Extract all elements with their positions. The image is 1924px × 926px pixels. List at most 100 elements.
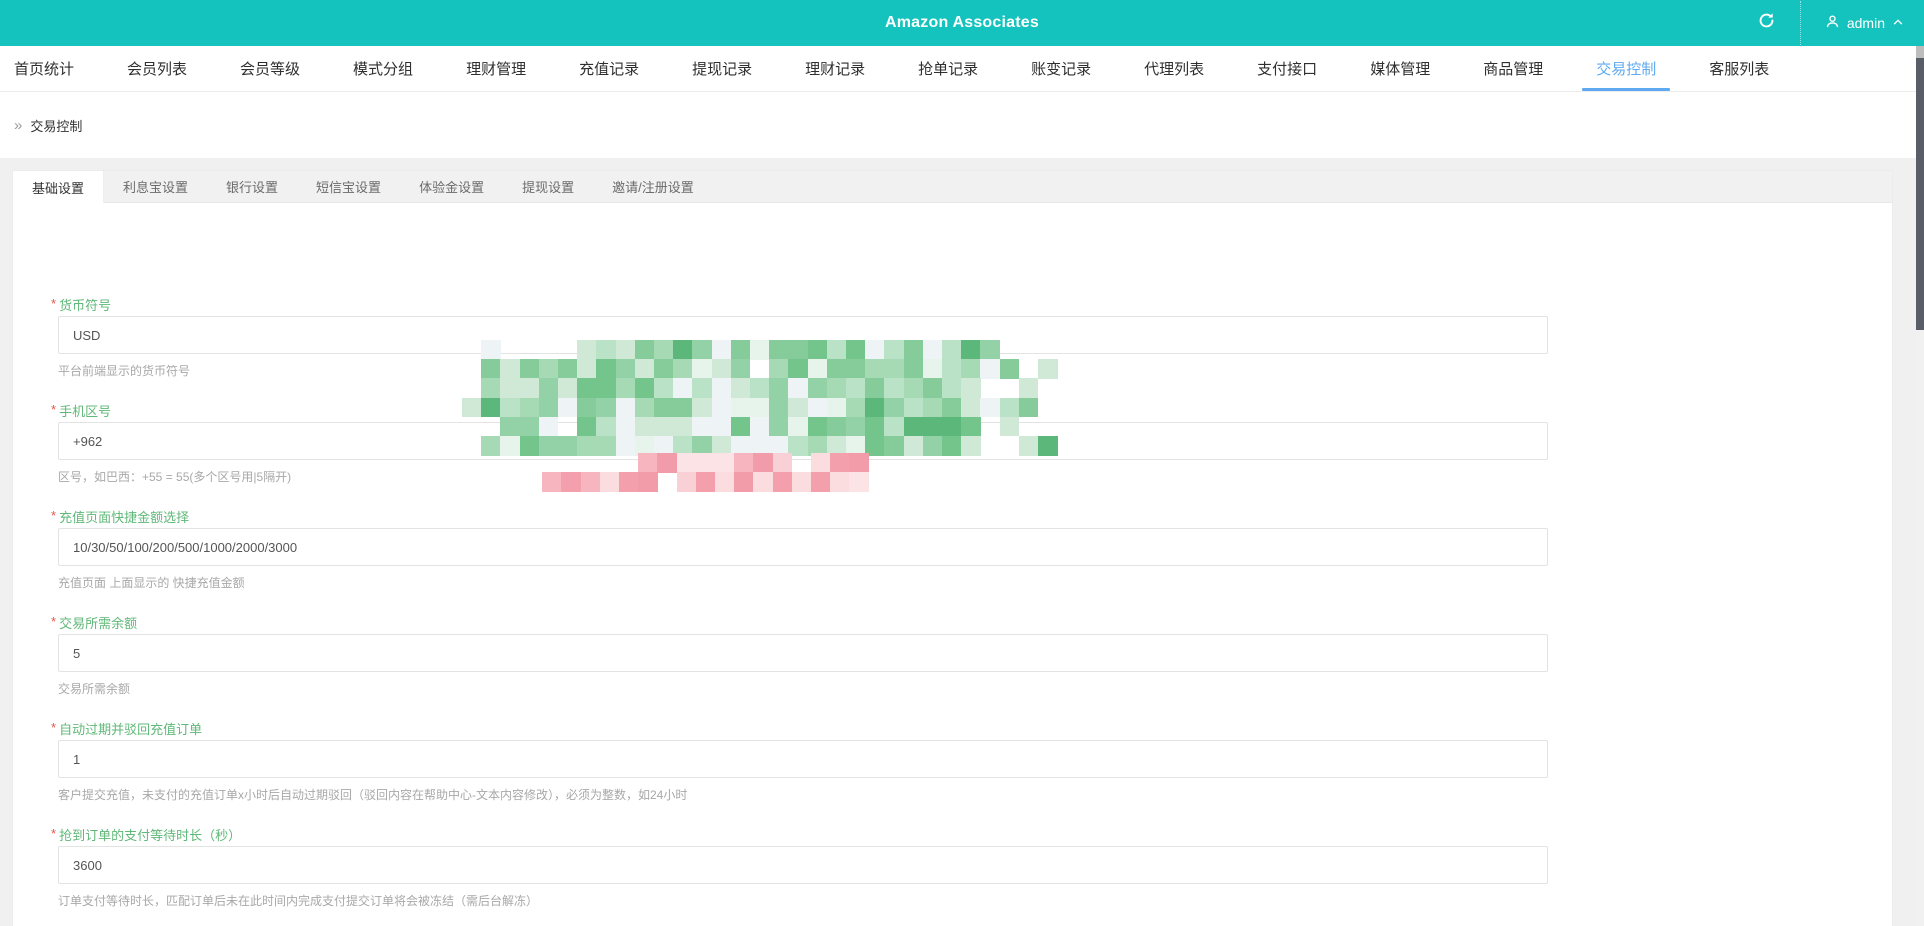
tab-item-3[interactable]: 银行设置 bbox=[207, 171, 297, 202]
field-input[interactable] bbox=[58, 528, 1548, 566]
required-asterisk: * bbox=[51, 614, 57, 629]
nav-active-underline bbox=[1582, 88, 1671, 91]
field-label: 交易所需余额 bbox=[59, 616, 138, 631]
app-header: Amazon Associates admin bbox=[0, 0, 1924, 46]
nav-item-10[interactable]: 账变记录 bbox=[1031, 46, 1091, 91]
nav-item-label: 理财管理 bbox=[466, 61, 527, 78]
field-label: 手机区号 bbox=[59, 404, 112, 419]
app-title: Amazon Associates bbox=[885, 14, 1039, 31]
nav-item-label: 交易控制 bbox=[1596, 61, 1657, 78]
nav-item-label: 充值记录 bbox=[579, 61, 640, 78]
field-label-row: * 货币符号 bbox=[51, 296, 1892, 314]
nav-item-label: 理财记录 bbox=[805, 61, 866, 78]
nav-item-label: 会员等级 bbox=[240, 61, 301, 78]
nav-item-9[interactable]: 抢单记录 bbox=[918, 46, 978, 91]
vertical-scrollbar[interactable] bbox=[1916, 46, 1924, 926]
content-area: 基础设置 利息宝设置 银行设置 短信宝设置 体验金设置 提现设置 邀请/注册设置 * 货币符号… bbox=[0, 158, 1924, 926]
header-right-controls: admin bbox=[1751, 0, 1910, 46]
nav-item-label: 模式分组 bbox=[353, 61, 414, 78]
form-group: *货币符号平台前端显示的货币符号 bbox=[51, 296, 1892, 380]
nav-item-7[interactable]: 提现记录 bbox=[692, 46, 752, 91]
form-group: *手机区号区号，如巴西：+55 = 55(多个区号用|5隔开) bbox=[51, 402, 1892, 486]
nav-item-1[interactable]: 首页统计 bbox=[14, 46, 74, 91]
tab-label: 基础设置 bbox=[32, 180, 85, 196]
nav-item-6[interactable]: 充值记录 bbox=[579, 46, 639, 91]
nav-item-label: 媒体管理 bbox=[1370, 61, 1431, 78]
nav-item-label: 账变记录 bbox=[1031, 61, 1092, 78]
nav-item-label: 商品管理 bbox=[1483, 61, 1544, 78]
tab-item-4[interactable]: 短信宝设置 bbox=[297, 171, 400, 202]
form-group: *自动过期并驳回充值订单客户提交充值，未支付的充值订单x小时后自动过期驳回（驳回… bbox=[51, 720, 1892, 804]
nav-item-label: 首页统计 bbox=[14, 61, 75, 78]
user-menu-button[interactable]: admin bbox=[1819, 0, 1910, 46]
form-group: *抢到订单的支付等待时长（秒） 订单支付等待时长，匹配订单后未在此时间内完成支付提… bbox=[51, 826, 1892, 910]
required-asterisk: * bbox=[51, 402, 57, 417]
field-hint: 平台前端显示的货币符号 bbox=[58, 364, 191, 378]
refresh-icon bbox=[1757, 11, 1776, 35]
field-label: 货币符号 bbox=[59, 298, 112, 313]
user-icon bbox=[1825, 14, 1840, 32]
nav-item-12[interactable]: 支付接口 bbox=[1257, 46, 1317, 91]
refresh-button[interactable] bbox=[1751, 0, 1782, 46]
settings-tab-card: 基础设置 利息宝设置 银行设置 短信宝设置 体验金设置 提现设置 邀请/注册设置 * 货币符号… bbox=[12, 170, 1893, 926]
user-name: admin bbox=[1846, 15, 1885, 31]
settings-form: *货币符号平台前端显示的货币符号*手机区号区号，如巴西：+55 = 55(多个区… bbox=[13, 203, 1892, 926]
field-hint: 区号，如巴西：+55 = 55(多个区号用|5隔开) bbox=[58, 470, 292, 484]
field-hint: 充值页面 上面显示的 快捷充值金额 bbox=[58, 576, 245, 590]
settings-tab-bar: 基础设置 利息宝设置 银行设置 短信宝设置 体验金设置 提现设置 邀请/注册设置 bbox=[13, 171, 1892, 203]
nav-item-16[interactable]: 客服列表 bbox=[1709, 46, 1769, 91]
tab-label: 邀请/注册设置 bbox=[612, 180, 694, 195]
required-asterisk: * bbox=[51, 508, 57, 523]
field-label-row: * 交易所需余额 bbox=[51, 614, 1892, 632]
field-label-row: * 抢到订单的支付等待时长（秒） bbox=[51, 826, 1892, 844]
nav-item-label: 抢单记录 bbox=[918, 61, 979, 78]
field-label-row: * 自动过期并驳回充值订单 bbox=[51, 720, 1892, 738]
field-input[interactable] bbox=[58, 422, 1548, 460]
field-label: 自动过期并驳回充值订单 bbox=[59, 722, 203, 737]
nav-item-8[interactable]: 理财记录 bbox=[805, 46, 865, 91]
main-nav: 首页统计 会员列表 会员等级 模式分组 理财管理 充值记录 提现记录 理财记录 抢单记录 账变记录… bbox=[0, 46, 1924, 92]
required-asterisk: * bbox=[51, 826, 57, 841]
field-label: 充值页面快捷金额选择 bbox=[59, 510, 190, 525]
tab-item-2[interactable]: 利息宝设置 bbox=[104, 171, 207, 202]
breadcrumb-label: 交易控制 bbox=[30, 118, 83, 134]
form-group: *交易所需余额交易所需余额 bbox=[51, 614, 1892, 698]
tab-item-6[interactable]: 提现设置 bbox=[503, 171, 593, 202]
field-hint: 交易所需余额 bbox=[58, 682, 131, 696]
required-asterisk: * bbox=[51, 720, 57, 735]
nav-item-15[interactable]: 交易控制 bbox=[1582, 46, 1671, 91]
field-input[interactable] bbox=[58, 634, 1548, 672]
tab-item-5[interactable]: 体验金设置 bbox=[400, 171, 503, 202]
field-input[interactable] bbox=[58, 316, 1548, 354]
field-label-row: * 充值页面快捷金额选择 bbox=[51, 508, 1892, 526]
breadcrumb: » 交易控制 bbox=[0, 92, 1924, 158]
scrollbar-thumb[interactable] bbox=[1916, 58, 1924, 330]
nav-item-3[interactable]: 会员等级 bbox=[240, 46, 300, 91]
nav-item-5[interactable]: 理财管理 bbox=[466, 46, 526, 91]
tab-item-1[interactable]: 基础设置 bbox=[13, 171, 105, 203]
tab-label: 体验金设置 bbox=[419, 180, 485, 195]
nav-item-13[interactable]: 媒体管理 bbox=[1370, 46, 1430, 91]
nav-item-label: 支付接口 bbox=[1257, 61, 1318, 78]
field-hint: 订单支付等待时长，匹配订单后未在此时间内完成支付提交订单将会被冻结（需后台解冻） bbox=[58, 894, 539, 908]
nav-item-label: 客服列表 bbox=[1709, 61, 1770, 78]
nav-item-11[interactable]: 代理列表 bbox=[1144, 46, 1204, 91]
nav-item-2[interactable]: 会员列表 bbox=[127, 46, 187, 91]
tab-label: 银行设置 bbox=[226, 180, 279, 195]
tab-item-7[interactable]: 邀请/注册设置 bbox=[593, 171, 713, 202]
nav-item-label: 代理列表 bbox=[1144, 61, 1205, 78]
tab-label: 利息宝设置 bbox=[123, 180, 189, 195]
nav-item-14[interactable]: 商品管理 bbox=[1483, 46, 1543, 91]
field-label-row: * 手机区号 bbox=[51, 402, 1892, 420]
nav-item-label: 会员列表 bbox=[127, 61, 188, 78]
field-hint: 客户提交充值，未支付的充值订单x小时后自动过期驳回（驳回内容在帮助中心-文本内容… bbox=[58, 788, 688, 802]
field-input[interactable] bbox=[58, 740, 1548, 778]
nav-item-4[interactable]: 模式分组 bbox=[353, 46, 413, 91]
required-asterisk: * bbox=[51, 296, 57, 311]
tab-label: 短信宝设置 bbox=[316, 180, 382, 195]
chevron-up-icon bbox=[1892, 15, 1904, 31]
tab-label: 提现设置 bbox=[522, 180, 575, 195]
field-input[interactable] bbox=[58, 846, 1548, 884]
header-divider bbox=[1799, 1, 1801, 45]
nav-item-label: 提现记录 bbox=[692, 61, 753, 78]
